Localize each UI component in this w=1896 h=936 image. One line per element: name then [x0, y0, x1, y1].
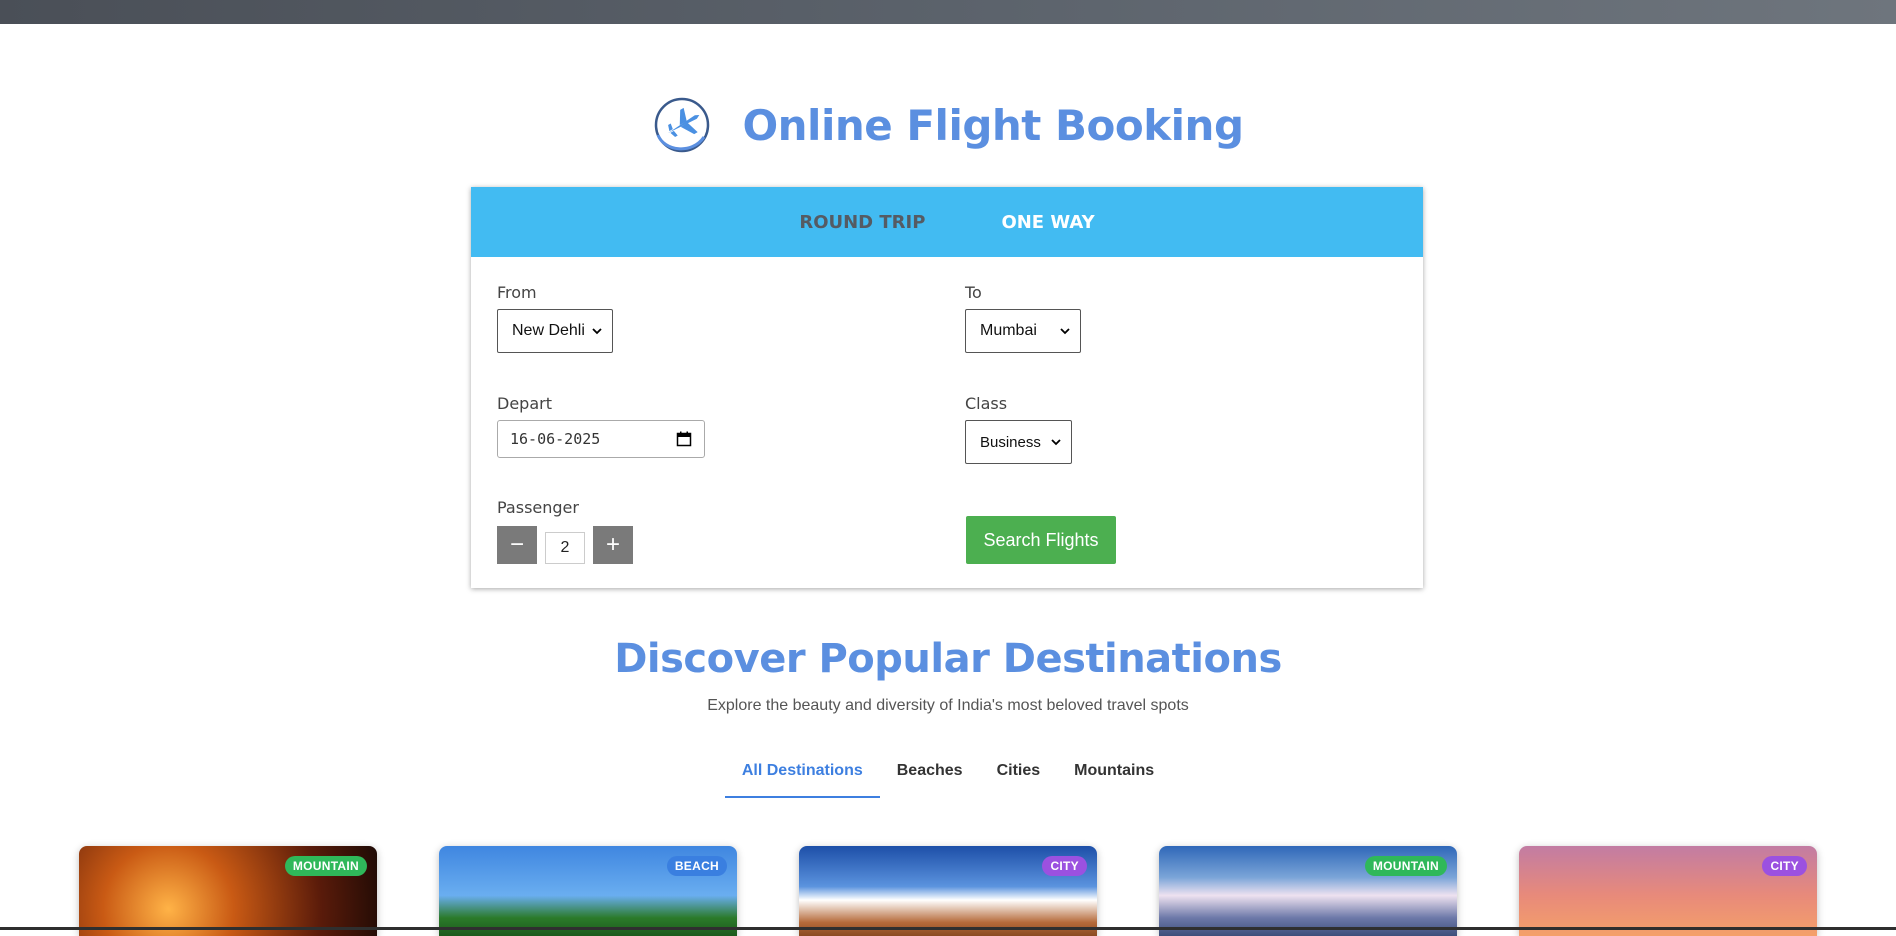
- chevron-down-icon: [592, 328, 602, 335]
- airplane-logo-icon: [655, 97, 710, 153]
- class-select[interactable]: Business: [965, 420, 1072, 464]
- tab-round-trip[interactable]: ROUND TRIP: [799, 212, 925, 233]
- passenger-count[interactable]: 2: [545, 532, 585, 564]
- destination-card[interactable]: CITY: [799, 846, 1097, 936]
- top-banner-strip: [0, 0, 1896, 24]
- depart-label: Depart: [497, 394, 552, 413]
- category-badge: MOUNTAIN: [284, 856, 367, 876]
- category-badge: BEACH: [666, 856, 727, 876]
- from-select[interactable]: New Dehli: [497, 309, 613, 353]
- destination-card[interactable]: CITY: [1519, 846, 1817, 936]
- destinations-subtitle: Explore the beauty and diversity of Indi…: [707, 697, 1189, 714]
- to-select-value: Mumbai: [980, 322, 1037, 339]
- destination-filter-tabs: All Destinations Beaches Cities Mountain…: [0, 758, 1896, 798]
- chevron-down-icon: [1051, 439, 1061, 446]
- category-badge: CITY: [1762, 856, 1807, 876]
- search-flights-button[interactable]: Search Flights: [966, 516, 1116, 564]
- tab-one-way[interactable]: ONE WAY: [1001, 212, 1094, 233]
- destination-card[interactable]: BEACH: [439, 846, 737, 936]
- filter-mountains[interactable]: Mountains: [1057, 758, 1171, 798]
- category-badge: CITY: [1042, 856, 1087, 876]
- class-label: Class: [965, 394, 1008, 413]
- depart-date-input[interactable]: 16-06-2025: [497, 420, 705, 458]
- filter-beaches[interactable]: Beaches: [880, 758, 980, 798]
- page-title: Online Flight Booking: [742, 100, 1244, 150]
- trip-type-tabs: ROUND TRIP ONE WAY: [471, 187, 1423, 257]
- brand-header: Online Flight Booking: [0, 95, 1896, 155]
- from-label: From: [497, 283, 537, 302]
- chevron-down-icon: [1060, 328, 1070, 335]
- filter-cities[interactable]: Cities: [980, 758, 1058, 798]
- passenger-label: Passenger: [497, 498, 579, 517]
- class-select-value: Business: [980, 433, 1041, 451]
- filter-all-destinations[interactable]: All Destinations: [724, 758, 880, 798]
- category-badge: MOUNTAIN: [1364, 856, 1447, 876]
- destination-card[interactable]: MOUNTAIN: [1159, 846, 1457, 936]
- to-select[interactable]: Mumbai: [965, 309, 1081, 353]
- destinations-title: Discover Popular Destinations: [614, 636, 1282, 682]
- to-label: To: [965, 283, 982, 302]
- flight-booking-form: ROUND TRIP ONE WAY From New Dehli To Mum…: [471, 187, 1423, 588]
- passenger-increment-button[interactable]: +: [593, 526, 633, 564]
- from-select-value: New Dehli: [512, 322, 585, 339]
- destination-card[interactable]: MOUNTAIN: [79, 846, 377, 936]
- depart-date-value: 16-06-2025: [510, 430, 601, 448]
- passenger-decrement-button[interactable]: −: [497, 526, 537, 564]
- calendar-icon[interactable]: [676, 431, 692, 447]
